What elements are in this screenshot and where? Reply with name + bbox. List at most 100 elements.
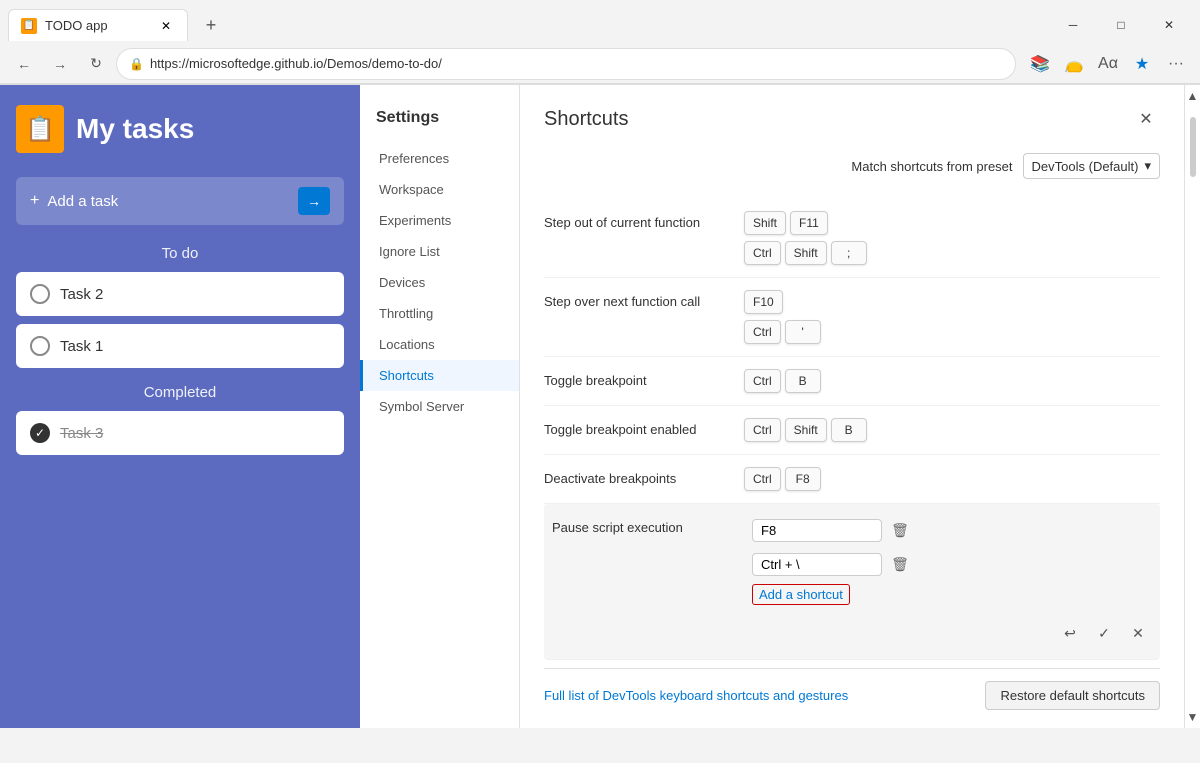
key-badge: Ctrl <box>744 418 781 442</box>
scroll-down-icon[interactable]: ▼ <box>1187 710 1199 724</box>
page-content: 📋 My tasks + Add a task → To do Task 2 T… <box>0 85 1200 728</box>
shortcut-keys: Ctrl Shift B <box>744 418 1160 442</box>
shortcut-row-editing: Pause script execution 🗑 🗑 A <box>544 504 1160 660</box>
add-shortcut-link[interactable]: Add a shortcut <box>752 584 850 605</box>
task-label: Task 2 <box>60 286 103 303</box>
key-row: Ctrl Shift ; <box>744 241 1160 265</box>
sidebar-item-locations[interactable]: Locations <box>360 329 519 360</box>
address-bar: ← → ↻ 🔒 https://microsoftedge.github.io/… <box>0 44 1200 84</box>
settings-nav-title: Settings <box>360 101 519 143</box>
settings-panel: Settings Preferences Workspace Experimen… <box>360 85 1200 728</box>
shortcut-input-2[interactable] <box>752 553 882 576</box>
url-bar[interactable]: 🔒 https://microsoftedge.github.io/Demos/… <box>116 48 1016 80</box>
key-row-input: 🗑 <box>752 550 1152 578</box>
shortcut-row: Step out of current function Shift F11 C… <box>544 199 1160 278</box>
browser-tab[interactable]: 📋 TODO app ✕ <box>8 9 188 41</box>
scrollbar[interactable]: ▲ ▼ <box>1184 85 1200 728</box>
sidebar-item-preferences[interactable]: Preferences <box>360 143 519 174</box>
key-badge: Ctrl <box>744 369 781 393</box>
sidebar-item-experiments[interactable]: Experiments <box>360 205 519 236</box>
delete-shortcut-1-button[interactable]: 🗑 <box>886 516 914 544</box>
read-aloud-icon[interactable]: Aα <box>1092 48 1124 80</box>
key-row-input: 🗑 <box>752 516 1152 544</box>
key-row: Ctrl ' <box>744 320 1160 344</box>
confirm-edit-button[interactable]: ✓ <box>1090 619 1118 647</box>
shortcut-row: Step over next function call F10 Ctrl ' <box>544 278 1160 357</box>
forward-button[interactable]: → <box>44 48 76 80</box>
shortcut-name: Step over next function call <box>544 290 744 309</box>
preset-dropdown[interactable]: DevTools (Default) ▾ <box>1023 153 1160 179</box>
completed-section-title: Completed <box>16 384 344 401</box>
minimize-button[interactable]: ─ <box>1050 10 1096 40</box>
clipboard-icon: 📋 <box>16 105 64 153</box>
window-controls: ─ □ ✕ <box>1050 10 1192 40</box>
key-badge: B <box>785 369 821 393</box>
shortcut-name: Toggle breakpoint enabled <box>544 418 744 437</box>
undo-edit-button[interactable]: ↩ <box>1056 619 1084 647</box>
shortcuts-header: Shortcuts ✕ <box>544 105 1160 133</box>
back-button[interactable]: ← <box>8 48 40 80</box>
task-item[interactable]: Task 2 <box>16 272 344 316</box>
key-badge: B <box>831 418 867 442</box>
key-badge: Ctrl <box>744 467 781 491</box>
key-row: Ctrl Shift B <box>744 418 1160 442</box>
completed-task-item[interactable]: ✓ Task 3 <box>16 411 344 455</box>
scroll-thumb[interactable] <box>1190 117 1196 177</box>
restore-defaults-button[interactable]: Restore default shortcuts <box>985 681 1160 710</box>
sidebar-item-throttling[interactable]: Throttling <box>360 298 519 329</box>
chevron-down-icon: ▾ <box>1144 158 1151 174</box>
shortcut-input-1[interactable] <box>752 519 882 542</box>
cancel-edit-button[interactable]: ✕ <box>1124 619 1152 647</box>
tab-close-button[interactable]: ✕ <box>157 17 175 35</box>
shortcut-keys: Shift F11 Ctrl Shift ; <box>744 211 1160 265</box>
sidebar-item-workspace[interactable]: Workspace <box>360 174 519 205</box>
shortcut-name: Step out of current function <box>544 211 744 230</box>
add-task-submit-button[interactable]: → <box>298 187 330 215</box>
favorites-icon[interactable]: ★ <box>1126 48 1158 80</box>
shortcut-keys: Ctrl F8 <box>744 467 1160 491</box>
key-badge: Shift <box>785 418 827 442</box>
key-badge: Ctrl <box>744 320 781 344</box>
task-checkbox[interactable] <box>30 284 50 304</box>
tab-title: TODO app <box>45 18 108 33</box>
key-badge: F11 <box>790 211 828 235</box>
task-item[interactable]: Task 1 <box>16 324 344 368</box>
preset-label: Match shortcuts from preset <box>851 159 1012 174</box>
todo-section-title: To do <box>16 245 344 262</box>
key-badge: ' <box>785 320 821 344</box>
refresh-button[interactable]: ↻ <box>80 48 112 80</box>
close-settings-button[interactable]: ✕ <box>1132 105 1160 133</box>
shortcut-row: Toggle breakpoint enabled Ctrl Shift B <box>544 406 1160 455</box>
preset-row: Match shortcuts from preset DevTools (De… <box>544 153 1160 179</box>
task-checkbox[interactable] <box>30 336 50 356</box>
sidebar-item-ignore-list[interactable]: Ignore List <box>360 236 519 267</box>
plus-icon: + <box>30 192 39 210</box>
collections-icon[interactable]: 📚 <box>1024 48 1056 80</box>
task-label: Task 1 <box>60 338 103 355</box>
key-row-add: Add a shortcut <box>752 584 1152 605</box>
edit-actions: ↩ ✓ ✕ <box>752 611 1152 647</box>
more-menu-button[interactable]: ··· <box>1160 48 1192 80</box>
maximize-button[interactable]: □ <box>1098 10 1144 40</box>
sidebar-item-devices[interactable]: Devices <box>360 267 519 298</box>
key-badge: F8 <box>785 467 821 491</box>
delete-shortcut-2-button[interactable]: 🗑 <box>886 550 914 578</box>
wallet-icon[interactable]: 👝 <box>1058 48 1090 80</box>
key-badge: F10 <box>744 290 783 314</box>
shortcuts-content: Shortcuts ✕ Match shortcuts from preset … <box>520 85 1184 728</box>
completed-checkbox[interactable]: ✓ <box>30 423 50 443</box>
full-list-link[interactable]: Full list of DevTools keyboard shortcuts… <box>544 688 848 703</box>
shortcut-keys-editing: 🗑 🗑 Add a shortcut ↩ ✓ <box>752 516 1152 647</box>
shortcut-keys: Ctrl B <box>744 369 1160 393</box>
sidebar-item-shortcuts[interactable]: Shortcuts <box>360 360 519 391</box>
preset-value: DevTools (Default) <box>1032 159 1139 174</box>
shortcut-table: Step out of current function Shift F11 C… <box>544 199 1160 660</box>
key-row: Ctrl F8 <box>744 467 1160 491</box>
sidebar-item-symbol-server[interactable]: Symbol Server <box>360 391 519 422</box>
new-tab-button[interactable]: + <box>196 10 226 40</box>
add-task-bar[interactable]: + Add a task → <box>16 177 344 225</box>
close-button[interactable]: ✕ <box>1146 10 1192 40</box>
app-title: My tasks <box>76 113 194 145</box>
settings-nav: Settings Preferences Workspace Experimen… <box>360 85 520 728</box>
scroll-up-icon[interactable]: ▲ <box>1187 89 1199 103</box>
